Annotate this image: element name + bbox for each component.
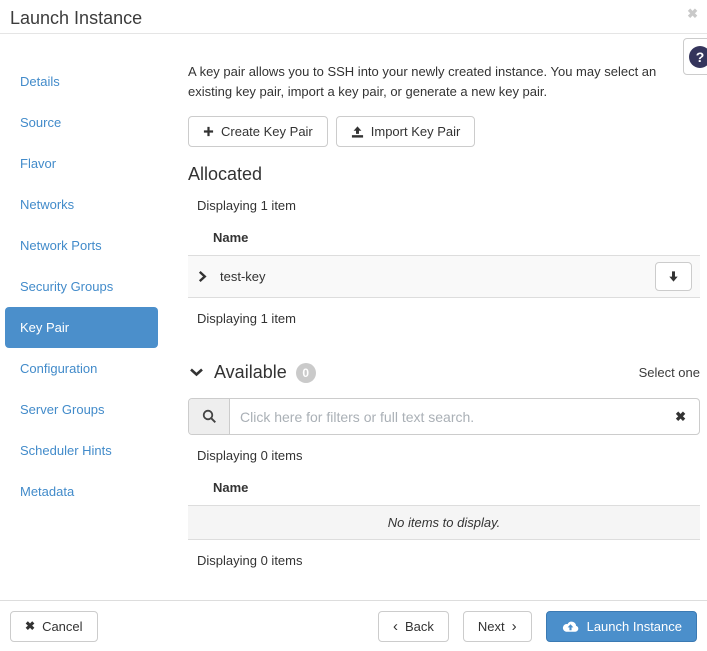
key-pair-step-content: A key pair allows you to SSH into your n… [180,34,707,600]
sidebar-item-key-pair[interactable]: Key Pair [5,307,158,348]
chevron-right-icon: › [512,620,517,633]
modal-title: Launch Instance [10,8,142,28]
back-button[interactable]: ‹ Back [378,611,449,642]
cancel-button[interactable]: ✖ Cancel [10,611,98,642]
sidebar-item-networks[interactable]: Networks [5,184,158,225]
import-key-pair-label: Import Key Pair [371,123,461,140]
sidebar-item-details[interactable]: Details [5,61,158,102]
launch-instance-label: Launch Instance [587,618,682,635]
sidebar-item-server-groups[interactable]: Server Groups [5,389,158,430]
wizard-body: Details Source Flavor Networks Network P… [0,34,707,600]
available-header: Available 0 Select one [188,362,700,383]
available-count-badge: 0 [296,363,316,383]
modal-footer: ✖ Cancel ‹ Back Next › Launch Instance [0,600,707,651]
allocated-heading: Allocated [188,164,700,185]
plus-icon [203,126,214,137]
sidebar-item-flavor[interactable]: Flavor [5,143,158,184]
cancel-label: Cancel [42,618,82,635]
create-key-pair-label: Create Key Pair [221,123,313,140]
allocated-count-top: Displaying 1 item [188,198,700,213]
close-icon[interactable]: ✖ [687,6,698,22]
table-row-test-key[interactable]: test-key [188,256,700,298]
collapse-chevron-down-icon[interactable] [188,365,205,380]
arrow-down-icon [667,270,680,283]
empty-table-message: No items to display. [188,506,700,540]
available-table: Name No items to display. [188,470,700,540]
launch-instance-button[interactable]: Launch Instance [546,611,697,642]
next-button[interactable]: Next › [463,611,532,642]
wizard-sidebar: Details Source Flavor Networks Network P… [0,34,180,600]
search-input[interactable] [230,399,669,434]
allocated-name-header: Name [188,220,700,256]
back-label: Back [405,618,434,635]
search-icon [189,399,230,434]
available-name-header: Name [188,470,700,506]
clear-search-icon[interactable]: ✖ [669,409,699,425]
sidebar-item-configuration[interactable]: Configuration [5,348,158,389]
sidebar-item-network-ports[interactable]: Network Ports [5,225,158,266]
create-key-pair-button[interactable]: Create Key Pair [188,116,328,147]
question-circle-icon: ? [689,46,707,68]
row-expander-chevron-right-icon[interactable] [195,268,210,285]
select-one-hint: Select one [639,365,700,380]
step-description: A key pair allows you to SSH into your n… [188,62,670,102]
modal-header: Launch Instance ✖ [0,0,707,34]
sidebar-item-metadata[interactable]: Metadata [5,471,158,512]
import-key-pair-button[interactable]: Import Key Pair [336,116,476,147]
available-heading: Available [214,362,287,383]
help-button[interactable]: ? [683,38,707,75]
search-bar: ✖ [188,398,700,435]
sidebar-item-scheduler-hints[interactable]: Scheduler Hints [5,430,158,471]
deallocate-button[interactable] [655,262,692,291]
allocated-count-bottom: Displaying 1 item [188,311,700,326]
available-count-bottom: Displaying 0 items [188,553,700,568]
chevron-left-icon: ‹ [393,620,398,633]
cloud-upload-icon [561,619,580,633]
next-label: Next [478,618,505,635]
x-icon: ✖ [25,618,35,635]
key-pair-actions: Create Key Pair Import Key Pair [188,116,700,147]
key-pair-name: test-key [220,269,266,284]
available-count-top: Displaying 0 items [188,448,700,463]
sidebar-item-security-groups[interactable]: Security Groups [5,266,158,307]
allocated-table: Name test-key [188,220,700,298]
sidebar-item-source[interactable]: Source [5,102,158,143]
upload-icon [351,126,364,138]
